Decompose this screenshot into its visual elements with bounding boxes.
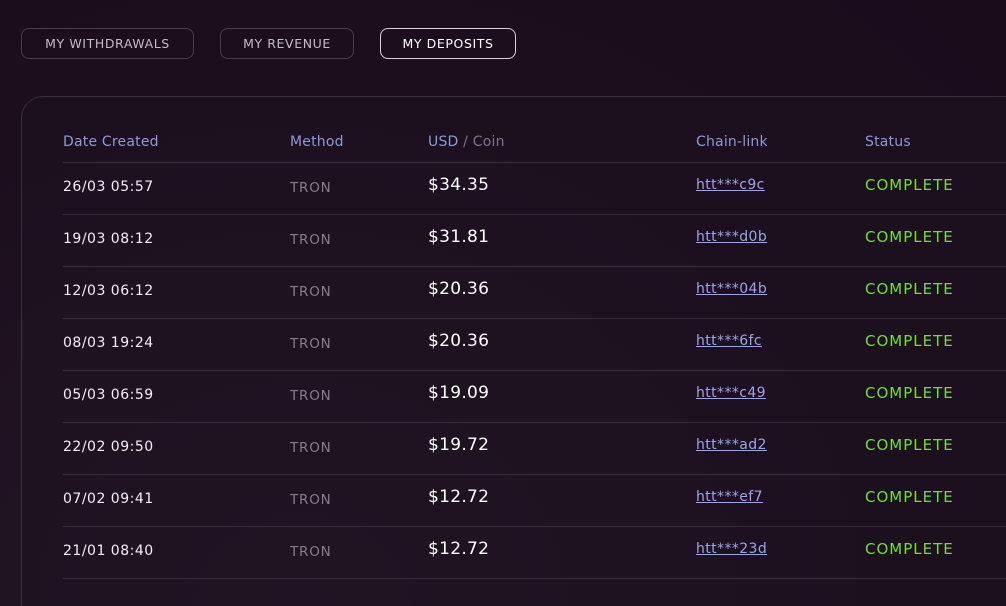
status-badge: COMPLETE [865,488,954,506]
cell-usd: $12.72 [428,487,490,507]
chain-link[interactable]: htt***ef7 [696,489,763,505]
deposits-page: MY WITHDRAWALS MY REVENUE MY DEPOSITS Da… [0,0,1006,606]
table-row: 21/01 08:40 TRON $12.72 htt***23d COMPLE… [63,527,1006,579]
table-row: 26/03 05:57 TRON $34.35 htt***c9c COMPLE… [63,163,1006,215]
chain-link[interactable]: htt***23d [696,541,767,557]
cell-date: 26/03 05:57 [63,179,154,195]
cell-usd: $19.72 [428,435,490,455]
header-usd-coin: USD / Coin [428,134,505,150]
cell-date: 12/03 06:12 [63,283,154,299]
status-badge: COMPLETE [865,540,954,558]
cell-usd: $34.35 [428,175,490,195]
status-badge: COMPLETE [865,176,954,194]
table-row: 08/03 19:24 TRON $20.36 htt***6fc COMPLE… [63,319,1006,371]
cell-method: TRON [290,388,332,404]
status-badge: COMPLETE [865,384,954,402]
chain-link[interactable]: htt***ad2 [696,437,767,453]
status-badge: COMPLETE [865,332,954,350]
cell-usd: $19.09 [428,383,490,403]
tab-my-revenue[interactable]: MY REVENUE [220,28,354,59]
cell-date: 08/03 19:24 [63,335,154,351]
cell-date: 05/03 06:59 [63,387,154,403]
tab-my-deposits[interactable]: MY DEPOSITS [380,28,516,59]
chain-link[interactable]: htt***c49 [696,385,766,401]
cell-method: TRON [290,440,332,456]
chain-link[interactable]: htt***04b [696,281,767,297]
cell-date: 07/02 09:41 [63,491,154,507]
cell-usd: $31.81 [428,227,490,247]
cell-method: TRON [290,180,332,196]
cell-date: 19/03 08:12 [63,231,154,247]
status-badge: COMPLETE [865,228,954,246]
header-date-created: Date Created [63,134,159,150]
header-chain-link: Chain-link [696,134,768,150]
header-coin: Coin [472,134,505,150]
cell-method: TRON [290,336,332,352]
chain-link[interactable]: htt***d0b [696,229,767,245]
cell-usd: $20.36 [428,279,490,299]
cell-usd: $20.36 [428,331,490,351]
header-usd: USD [428,134,459,150]
deposits-table: Date Created Method USD / Coin Chain-lin… [63,122,1006,579]
cell-method: TRON [290,544,332,560]
tab-my-withdrawals[interactable]: MY WITHDRAWALS [21,28,194,59]
cell-date: 22/02 09:50 [63,439,154,455]
header-status: Status [865,134,911,150]
table-header: Date Created Method USD / Coin Chain-lin… [63,122,1006,163]
header-separator: / [458,134,473,150]
table-row: 12/03 06:12 TRON $20.36 htt***04b COMPLE… [63,267,1006,319]
header-method: Method [290,134,344,150]
cell-usd: $12.72 [428,539,490,559]
table-row: 19/03 08:12 TRON $31.81 htt***d0b COMPLE… [63,215,1006,267]
cell-method: TRON [290,492,332,508]
table-row: 07/02 09:41 TRON $12.72 htt***ef7 COMPLE… [63,475,1006,527]
chain-link[interactable]: htt***c9c [696,177,765,193]
chain-link[interactable]: htt***6fc [696,333,762,349]
cell-method: TRON [290,232,332,248]
table-row: 22/02 09:50 TRON $19.72 htt***ad2 COMPLE… [63,423,1006,475]
cell-method: TRON [290,284,332,300]
table-row: 05/03 06:59 TRON $19.09 htt***c49 COMPLE… [63,371,1006,423]
status-badge: COMPLETE [865,436,954,454]
status-badge: COMPLETE [865,280,954,298]
cell-date: 21/01 08:40 [63,543,154,559]
